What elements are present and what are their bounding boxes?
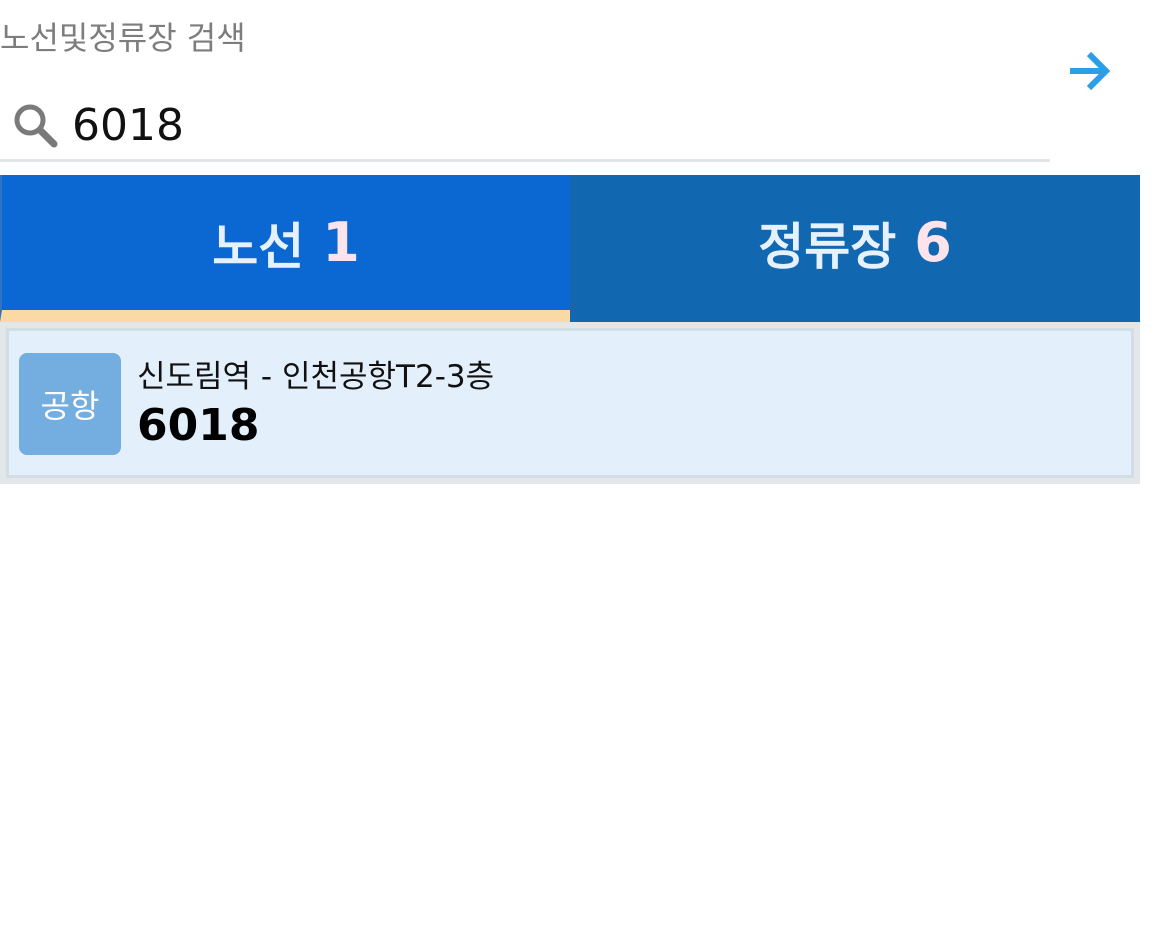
route-result-list: 공항 신도림역 - 인천공항T2-3층 6018 — [0, 322, 1140, 484]
tab-stops-count: 6 — [914, 211, 952, 274]
search-input[interactable] — [72, 94, 1032, 156]
tab-routes[interactable]: 노선 1 — [0, 175, 570, 322]
route-description: 신도림역 - 인천공항T2-3층 — [137, 359, 495, 395]
search-screen: 노선및정류장 검색 노선 1 정류장 6 공항 신도림역 - 인천공항T2-3층 — [0, 0, 1158, 936]
go-button[interactable] — [1058, 42, 1120, 100]
tab-stops-label: 정류장 — [758, 217, 897, 276]
arrow-right-icon — [1070, 51, 1111, 91]
tab-routes-count: 1 — [322, 211, 360, 274]
search-label: 노선및정류장 검색 — [0, 19, 246, 57]
route-type-badge: 공항 — [19, 353, 121, 455]
result-tabs: 노선 1 정류장 6 — [0, 175, 1140, 322]
tab-routes-label: 노선 — [212, 217, 305, 276]
list-item[interactable]: 공항 신도림역 - 인천공항T2-3층 6018 — [6, 328, 1134, 478]
route-number: 6018 — [137, 400, 260, 451]
tab-stops[interactable]: 정류장 6 — [570, 175, 1140, 322]
search-icon — [14, 104, 58, 148]
search-bar — [0, 90, 1050, 162]
route-type-label: 공항 — [40, 387, 100, 425]
